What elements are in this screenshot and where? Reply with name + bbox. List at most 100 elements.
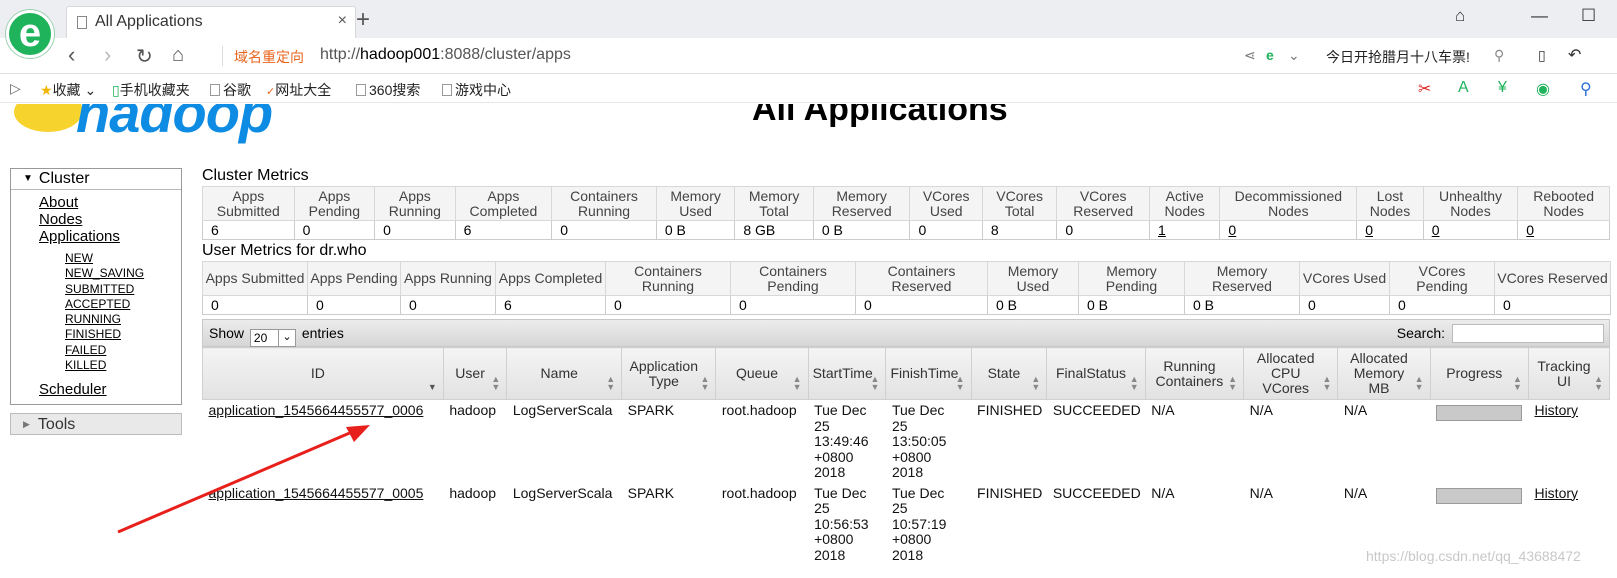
column-header[interactable]: StartTime ▲ ▼ <box>807 347 887 400</box>
share-icon[interactable]: ⋖ <box>1244 47 1256 64</box>
state-link-new-saving[interactable]: NEW_SAVING <box>65 266 181 281</box>
state-link-failed[interactable]: FAILED <box>65 343 181 358</box>
tracking-ui-link[interactable]: History <box>1528 400 1609 483</box>
state-link-new[interactable]: NEW <box>65 251 181 266</box>
column-header[interactable]: State ▲ ▼ <box>970 347 1048 400</box>
search-icon[interactable]: ⚲ <box>1494 47 1504 64</box>
tools-header[interactable]: ▶ Tools <box>10 413 182 436</box>
node-count-link[interactable]: 0 <box>1365 222 1373 238</box>
elephant-icon <box>14 104 82 132</box>
column-header[interactable]: Tracking UI ▲ ▼ <box>1527 347 1611 400</box>
app-id-link[interactable]: application_1545664455577_0005 <box>209 485 424 501</box>
app-id-link[interactable]: application_1545664455577_0006 <box>209 402 424 418</box>
state-link-running[interactable]: RUNNING <box>65 312 181 327</box>
translate-icon[interactable]: A <box>1458 79 1469 97</box>
cluster-metrics-cell[interactable]: 0 <box>1517 220 1610 240</box>
app-id-link[interactable]: application_1545664455577_0005 <box>203 483 444 566</box>
phone-icon[interactable]: ▯ <box>1538 47 1546 64</box>
search-input[interactable] <box>1452 324 1604 343</box>
node-count-link[interactable]: 1 <box>1158 222 1166 238</box>
sort-icon[interactable]: ▲ ▼ <box>606 375 615 392</box>
forward-icon[interactable]: › <box>104 42 111 68</box>
cluster-metrics-cell[interactable]: 0 <box>1422 220 1519 240</box>
maximize-button[interactable]: ☐ <box>1581 6 1596 26</box>
browser-mode-icon[interactable]: e <box>1266 47 1274 63</box>
bookmark-favorites[interactable]: ★收藏 ⌄ <box>40 80 96 100</box>
sort-icon[interactable]: ▲ ▼ <box>1322 375 1331 392</box>
url-divider <box>222 46 223 66</box>
sort-icon[interactable]: ▲ ▼ <box>956 375 965 392</box>
column-header[interactable]: User ▲ ▼ <box>442 347 508 400</box>
cluster-header[interactable]: ▼ Cluster <box>11 169 181 190</box>
home-icon[interactable]: ⌂ <box>172 44 184 67</box>
sort-icon[interactable]: ▲ ▼ <box>1594 375 1603 392</box>
sort-icon[interactable]: ▲ ▼ <box>793 375 802 392</box>
tab-title: All Applications <box>95 13 203 30</box>
state-link-killed[interactable]: KILLED <box>65 358 181 373</box>
cluster-metrics-cell[interactable]: 1 <box>1148 220 1221 240</box>
name-cell: LogServerScala <box>512 484 613 501</box>
bookmark-games[interactable]: 游戏中心 <box>442 80 511 100</box>
sidebar-link-scheduler[interactable]: Scheduler <box>39 381 181 398</box>
column-header[interactable]: Queue ▲ ▼ <box>715 347 809 400</box>
column-header[interactable]: Application Type ▲ ▼ <box>621 347 717 400</box>
browser-tab[interactable]: All Applications × <box>66 6 356 38</box>
news-search-box[interactable]: 今日开抢腊月十八车票! <box>1326 47 1470 67</box>
sort-icon[interactable]: ▲ ▼ <box>491 375 500 392</box>
yuan-icon[interactable]: ¥ <box>1498 79 1507 97</box>
sidebar-toggle-icon[interactable]: ▷ <box>10 80 21 97</box>
bookmark-360[interactable]: 360搜索 <box>356 80 420 100</box>
page-icon <box>442 84 452 96</box>
column-header[interactable]: Running Containers ▲ ▼ <box>1144 347 1245 400</box>
bookmark-mobile[interactable]: ▯手机收藏夹 <box>112 80 190 100</box>
sort-icon[interactable]: ▲ ▼ <box>1228 375 1237 392</box>
node-count-link[interactable]: 0 <box>1526 222 1534 238</box>
sort-icon[interactable]: ▲ ▼ <box>1130 375 1139 392</box>
sort-icon[interactable]: ▲ ▼ <box>1415 375 1424 392</box>
tracking-ui-link[interactable]: History <box>1534 402 1578 418</box>
new-tab-button[interactable]: + <box>352 6 374 34</box>
sort-icon[interactable]: ▲ ▼ <box>1031 375 1040 392</box>
column-header[interactable]: Name ▲ ▼ <box>506 347 623 400</box>
cluster-metrics-header: Containers Running <box>551 186 657 221</box>
app-id-link[interactable]: application_1545664455577_0006 <box>203 400 444 483</box>
column-header[interactable]: Progress ▲ ▼ <box>1429 347 1529 400</box>
magnifier-icon[interactable]: ⚲ <box>1580 79 1592 99</box>
column-header[interactable]: Allocated CPU VCores ▲ ▼ <box>1243 347 1339 400</box>
cluster-metrics-cell[interactable]: 0 <box>1219 220 1358 240</box>
node-count-link[interactable]: 0 <box>1432 222 1440 238</box>
scissors-icon[interactable]: ✂ <box>1418 79 1431 99</box>
column-header[interactable]: Allocated Memory MB ▲ ▼ <box>1337 347 1431 400</box>
minimize-button[interactable]: — <box>1531 6 1548 26</box>
node-count-link[interactable]: 0 <box>1228 222 1236 238</box>
bookmark-hao[interactable]: ✓网址大全 <box>266 80 331 100</box>
cluster-metrics-cell[interactable]: 0 <box>1356 220 1424 240</box>
bookmark-google[interactable]: 谷歌 <box>210 80 251 100</box>
user-metrics-cell: 0 <box>1389 295 1495 315</box>
state-link-finished[interactable]: FINISHED <box>65 327 181 342</box>
column-header[interactable]: FinalStatus ▲ ▼ <box>1046 347 1146 400</box>
state-link-submitted[interactable]: SUBMITTED <box>65 282 181 297</box>
sort-desc-icon[interactable]: ▼ <box>428 383 437 392</box>
sort-icon[interactable]: ▲ ▼ <box>1513 375 1522 392</box>
address-bar[interactable]: http://hadoop001:8088/cluster/apps <box>320 46 571 64</box>
sort-icon[interactable]: ▲ ▼ <box>700 375 709 392</box>
user-metrics-header: Containers Pending <box>730 261 856 296</box>
column-header[interactable]: FinishTime ▲ ▼ <box>885 347 972 400</box>
tracking-ui-link[interactable]: History <box>1534 485 1578 501</box>
gamepad-icon[interactable]: ◉ <box>1536 79 1550 99</box>
state-link-accepted[interactable]: ACCEPTED <box>65 297 181 312</box>
tab-close-button[interactable]: × <box>338 12 347 30</box>
entries-select[interactable]: 20 ⌄ <box>249 329 296 347</box>
reload-icon[interactable]: ↻ <box>136 44 153 69</box>
back-icon[interactable]: ‹ <box>68 42 75 68</box>
sidebar-link-about[interactable]: About <box>39 194 181 211</box>
undo-icon[interactable]: ↶ <box>1568 45 1581 65</box>
sort-icon[interactable]: ▲ ▼ <box>871 375 880 392</box>
sidebar-link-applications[interactable]: Applications <box>39 228 181 245</box>
show-label: Show <box>209 325 245 341</box>
skin-icon[interactable]: ⌂ <box>1455 6 1465 26</box>
sidebar-link-nodes[interactable]: Nodes <box>39 211 181 228</box>
chevron-down-icon[interactable]: ⌄ <box>1288 47 1300 64</box>
column-header[interactable]: ID ▼ <box>202 347 444 400</box>
